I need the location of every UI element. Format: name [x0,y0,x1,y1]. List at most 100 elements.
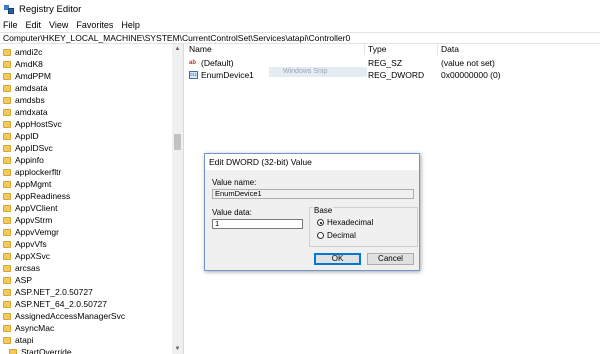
hexadecimal-label: Hexadecimal [327,218,374,227]
folder-icon [3,84,11,92]
menu-help[interactable]: Help [121,20,140,30]
folder-icon [3,96,11,104]
address-bar[interactable]: Computer\HKEY_LOCAL_MACHINE\SYSTEM\Curre… [0,32,600,44]
tree-item[interactable]: AppReadiness [0,190,172,202]
tree-item[interactable]: ASP [0,274,172,286]
address-path: Computer\HKEY_LOCAL_MACHINE\SYSTEM\Curre… [3,33,351,43]
tree-item[interactable]: AppVClient [0,202,172,214]
folder-icon [3,264,11,272]
folder-icon [3,240,11,248]
registry-editor-icon [4,4,14,14]
value-name: (Default) [201,57,234,68]
tree-item[interactable]: AppvVfs [0,238,172,250]
tree-item[interactable]: ASP.NET_64_2.0.50727 [0,298,172,310]
header-divider[interactable] [437,44,438,55]
tree-item[interactable]: atapi [0,334,172,346]
tree-item-label: AppHostSvc [15,119,62,129]
tree-item[interactable]: amdi2c [0,46,172,58]
value-name-field: EnumDevice1 [212,189,414,199]
folder-icon [9,348,17,354]
scroll-down-arrow-icon[interactable]: ▼ [172,344,183,354]
tree-item-label: amdsbs [15,95,45,105]
tree-item[interactable]: AppvVemgr [0,226,172,238]
folder-icon [3,48,11,56]
cancel-button[interactable]: Cancel [367,253,414,265]
tree-item[interactable]: AmdPPM [0,70,172,82]
tree-item[interactable]: AppXSvc [0,250,172,262]
tree-item[interactable]: amdxata [0,106,172,118]
folder-icon [3,252,11,260]
tree-item[interactable]: AssignedAccessManagerSvc [0,310,172,322]
folder-icon [3,60,11,68]
scroll-up-arrow-icon[interactable]: ▲ [172,44,183,54]
menu-file[interactable]: File [3,20,18,30]
tree-item[interactable]: Appinfo [0,154,172,166]
menu-bar: File Edit View Favorites Help [0,18,600,32]
tree-item[interactable]: AppMgmt [0,178,172,190]
folder-icon [3,120,11,128]
radio-unselected-icon [317,232,324,239]
tree-item[interactable]: AppID [0,130,172,142]
base-label: Base [313,206,334,215]
value-type: REG_DWORD [368,69,425,80]
tree-scrollbar[interactable]: ▲ ▼ [172,44,183,354]
folder-icon [3,312,11,320]
tree-item[interactable]: AppIDSvc [0,142,172,154]
column-header-name[interactable]: Name [189,44,212,55]
folder-icon [3,156,11,164]
tree-item[interactable]: arcsas [0,262,172,274]
tree-item[interactable]: ASP.NET_2.0.50727 [0,286,172,298]
hexadecimal-radio[interactable]: Hexadecimal [317,218,373,227]
tree-item[interactable]: StartOverride [0,346,172,354]
value-name: EnumDevice1 [201,69,254,80]
tree-item[interactable]: amdsata [0,82,172,94]
tree-item-label: applockerfltr [15,167,62,177]
menu-favorites[interactable]: Favorites [76,20,113,30]
tree-item-label: arcsas [15,263,41,273]
value-data-input[interactable]: 1 [212,219,303,229]
menu-edit[interactable]: Edit [26,20,42,30]
value-name-label: Value name: [212,178,257,187]
folder-icon [3,168,11,176]
value-row[interactable]: 011 EnumDevice1 REG_DWORD 0x00000000 (0) [187,69,600,80]
tree-item[interactable]: amdsbs [0,94,172,106]
value-type: REG_SZ [368,57,403,68]
folder-icon [3,204,11,212]
value-data: (value not set) [441,57,495,68]
value-row[interactable]: ab (Default) REG_SZ (value not set) [187,57,600,68]
tree-item-label: amdsata [15,83,48,93]
folder-icon [3,108,11,116]
window-title: Registry Editor [19,3,82,15]
scroll-thumb[interactable] [174,134,181,150]
tree-item[interactable]: AppHostSvc [0,118,172,130]
header-divider[interactable] [364,44,365,55]
menu-view[interactable]: View [49,20,68,30]
tree-item-label: ASP.NET_2.0.50727 [15,287,93,297]
radio-selected-icon [317,219,324,226]
dialog-title: Edit DWORD (32-bit) Value [205,154,419,170]
tree-item[interactable]: AppvStrm [0,214,172,226]
tree-item-label: AssignedAccessManagerSvc [15,311,126,321]
column-header-data[interactable]: Data [441,44,459,55]
column-header-type[interactable]: Type [368,44,386,55]
folder-icon [3,336,11,344]
tree-item[interactable]: applockerfltr [0,166,172,178]
folder-icon [3,228,11,236]
tree-item-label: AppvStrm [15,215,53,225]
binary-value-icon: 011 [189,70,198,79]
folder-icon [3,132,11,140]
tree-item-label: AmdK8 [15,59,43,69]
folder-icon [3,144,11,152]
tree-item-label: Appinfo [15,155,44,165]
ok-button[interactable]: OK [314,253,361,265]
value-data-label: Value data: [212,208,252,217]
folder-icon [3,216,11,224]
folder-icon [3,180,11,188]
edit-dword-dialog: Edit DWORD (32-bit) Value Value name: En… [204,153,420,271]
tree-item[interactable]: AmdK8 [0,58,172,70]
decimal-label: Decimal [327,231,356,240]
tree-item[interactable]: AsyncMac [0,322,172,334]
folder-icon [3,324,11,332]
tree-item-label: StartOverride [21,347,72,354]
decimal-radio[interactable]: Decimal [317,231,356,240]
